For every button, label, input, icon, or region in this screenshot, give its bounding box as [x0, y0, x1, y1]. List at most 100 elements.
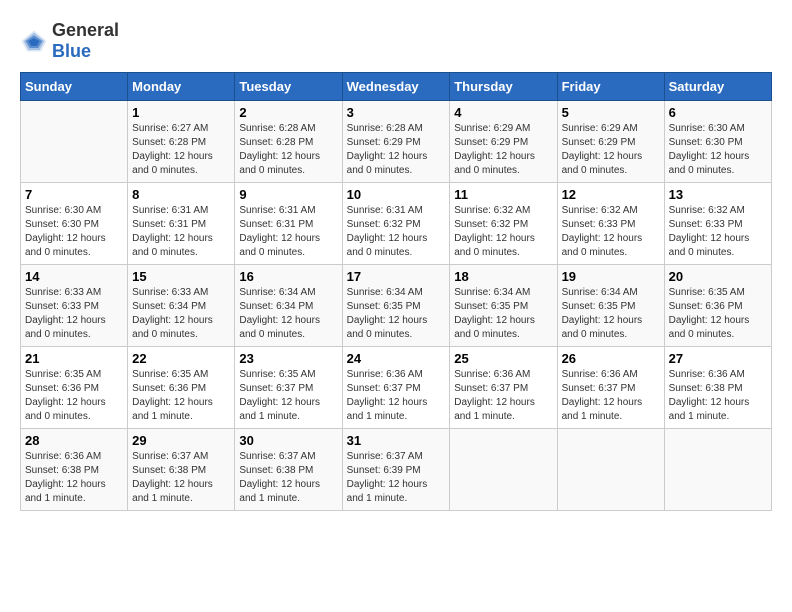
- day-number: 27: [669, 351, 767, 366]
- day-cell: [21, 101, 128, 183]
- day-number: 11: [454, 187, 552, 202]
- day-cell: 14 Sunrise: 6:33 AM Sunset: 6:33 PM Dayl…: [21, 265, 128, 347]
- day-number: 10: [347, 187, 446, 202]
- day-cell: 28 Sunrise: 6:36 AM Sunset: 6:38 PM Dayl…: [21, 429, 128, 511]
- day-cell: 15 Sunrise: 6:33 AM Sunset: 6:34 PM Dayl…: [128, 265, 235, 347]
- day-cell: 1 Sunrise: 6:27 AM Sunset: 6:28 PM Dayli…: [128, 101, 235, 183]
- day-cell: 9 Sunrise: 6:31 AM Sunset: 6:31 PM Dayli…: [235, 183, 342, 265]
- day-cell: 30 Sunrise: 6:37 AM Sunset: 6:38 PM Dayl…: [235, 429, 342, 511]
- day-number: 7: [25, 187, 123, 202]
- day-cell: 24 Sunrise: 6:36 AM Sunset: 6:37 PM Dayl…: [342, 347, 450, 429]
- day-cell: 27 Sunrise: 6:36 AM Sunset: 6:38 PM Dayl…: [664, 347, 771, 429]
- day-cell: 12 Sunrise: 6:32 AM Sunset: 6:33 PM Dayl…: [557, 183, 664, 265]
- day-number: 18: [454, 269, 552, 284]
- sunset-label: Sunset: 6:36 PM: [25, 383, 99, 394]
- week-row-3: 14 Sunrise: 6:33 AM Sunset: 6:33 PM Dayl…: [21, 265, 772, 347]
- day-number: 22: [132, 351, 230, 366]
- sunrise-label: Sunrise: 6:32 AM: [562, 205, 638, 216]
- cell-content: Sunrise: 6:36 AM Sunset: 6:37 PM Dayligh…: [347, 368, 446, 424]
- sunset-label: Sunset: 6:38 PM: [239, 465, 313, 476]
- sunset-label: Sunset: 6:28 PM: [239, 137, 313, 148]
- day-cell: 21 Sunrise: 6:35 AM Sunset: 6:36 PM Dayl…: [21, 347, 128, 429]
- sunrise-label: Sunrise: 6:35 AM: [25, 369, 101, 380]
- day-cell: 6 Sunrise: 6:30 AM Sunset: 6:30 PM Dayli…: [664, 101, 771, 183]
- sunset-label: Sunset: 6:35 PM: [347, 301, 421, 312]
- daylight-label: Daylight: 12 hours and 0 minutes.: [132, 151, 213, 176]
- day-cell: 22 Sunrise: 6:35 AM Sunset: 6:36 PM Dayl…: [128, 347, 235, 429]
- sunset-label: Sunset: 6:37 PM: [347, 383, 421, 394]
- header-cell-thursday: Thursday: [450, 73, 557, 101]
- cell-content: Sunrise: 6:29 AM Sunset: 6:29 PM Dayligh…: [562, 122, 660, 178]
- cell-content: Sunrise: 6:31 AM Sunset: 6:32 PM Dayligh…: [347, 204, 446, 260]
- sunrise-label: Sunrise: 6:36 AM: [347, 369, 423, 380]
- cell-content: Sunrise: 6:34 AM Sunset: 6:35 PM Dayligh…: [454, 286, 552, 342]
- sunrise-label: Sunrise: 6:36 AM: [562, 369, 638, 380]
- sunrise-label: Sunrise: 6:28 AM: [239, 123, 315, 134]
- sunset-label: Sunset: 6:31 PM: [239, 219, 313, 230]
- header-cell-tuesday: Tuesday: [235, 73, 342, 101]
- day-number: 25: [454, 351, 552, 366]
- day-cell: 16 Sunrise: 6:34 AM Sunset: 6:34 PM Dayl…: [235, 265, 342, 347]
- day-number: 20: [669, 269, 767, 284]
- day-cell: 17 Sunrise: 6:34 AM Sunset: 6:35 PM Dayl…: [342, 265, 450, 347]
- sunrise-label: Sunrise: 6:31 AM: [132, 205, 208, 216]
- daylight-label: Daylight: 12 hours and 1 minute.: [454, 397, 535, 422]
- day-number: 31: [347, 433, 446, 448]
- day-cell: [664, 429, 771, 511]
- logo: General Blue: [20, 20, 119, 62]
- day-number: 17: [347, 269, 446, 284]
- cell-content: Sunrise: 6:35 AM Sunset: 6:36 PM Dayligh…: [132, 368, 230, 424]
- sunrise-label: Sunrise: 6:29 AM: [454, 123, 530, 134]
- sunset-label: Sunset: 6:35 PM: [454, 301, 528, 312]
- day-cell: 31 Sunrise: 6:37 AM Sunset: 6:39 PM Dayl…: [342, 429, 450, 511]
- daylight-label: Daylight: 12 hours and 0 minutes.: [562, 151, 643, 176]
- day-cell: 20 Sunrise: 6:35 AM Sunset: 6:36 PM Dayl…: [664, 265, 771, 347]
- sunset-label: Sunset: 6:29 PM: [347, 137, 421, 148]
- day-cell: 5 Sunrise: 6:29 AM Sunset: 6:29 PM Dayli…: [557, 101, 664, 183]
- page-header: General Blue: [20, 20, 772, 62]
- cell-content: Sunrise: 6:34 AM Sunset: 6:34 PM Dayligh…: [239, 286, 337, 342]
- sunset-label: Sunset: 6:38 PM: [669, 383, 743, 394]
- daylight-label: Daylight: 12 hours and 1 minute.: [132, 479, 213, 504]
- calendar-table: SundayMondayTuesdayWednesdayThursdayFrid…: [20, 72, 772, 511]
- daylight-label: Daylight: 12 hours and 0 minutes.: [454, 315, 535, 340]
- header-row: SundayMondayTuesdayWednesdayThursdayFrid…: [21, 73, 772, 101]
- cell-content: Sunrise: 6:34 AM Sunset: 6:35 PM Dayligh…: [347, 286, 446, 342]
- week-row-2: 7 Sunrise: 6:30 AM Sunset: 6:30 PM Dayli…: [21, 183, 772, 265]
- header-cell-sunday: Sunday: [21, 73, 128, 101]
- sunrise-label: Sunrise: 6:33 AM: [25, 287, 101, 298]
- daylight-label: Daylight: 12 hours and 1 minute.: [669, 397, 750, 422]
- day-number: 5: [562, 105, 660, 120]
- sunrise-label: Sunrise: 6:35 AM: [132, 369, 208, 380]
- day-number: 15: [132, 269, 230, 284]
- day-number: 29: [132, 433, 230, 448]
- logo-text: General Blue: [52, 20, 119, 62]
- sunrise-label: Sunrise: 6:35 AM: [669, 287, 745, 298]
- cell-content: Sunrise: 6:32 AM Sunset: 6:32 PM Dayligh…: [454, 204, 552, 260]
- day-number: 12: [562, 187, 660, 202]
- daylight-label: Daylight: 12 hours and 0 minutes.: [669, 151, 750, 176]
- sunrise-label: Sunrise: 6:33 AM: [132, 287, 208, 298]
- daylight-label: Daylight: 12 hours and 0 minutes.: [669, 315, 750, 340]
- daylight-label: Daylight: 12 hours and 1 minute.: [347, 397, 428, 422]
- cell-content: Sunrise: 6:32 AM Sunset: 6:33 PM Dayligh…: [669, 204, 767, 260]
- cell-content: Sunrise: 6:35 AM Sunset: 6:36 PM Dayligh…: [25, 368, 123, 424]
- calendar-header: SundayMondayTuesdayWednesdayThursdayFrid…: [21, 73, 772, 101]
- sunrise-label: Sunrise: 6:32 AM: [669, 205, 745, 216]
- sunset-label: Sunset: 6:32 PM: [347, 219, 421, 230]
- sunrise-label: Sunrise: 6:37 AM: [132, 451, 208, 462]
- sunrise-label: Sunrise: 6:36 AM: [669, 369, 745, 380]
- cell-content: Sunrise: 6:37 AM Sunset: 6:38 PM Dayligh…: [132, 450, 230, 506]
- cell-content: Sunrise: 6:30 AM Sunset: 6:30 PM Dayligh…: [669, 122, 767, 178]
- daylight-label: Daylight: 12 hours and 0 minutes.: [25, 315, 106, 340]
- cell-content: Sunrise: 6:31 AM Sunset: 6:31 PM Dayligh…: [132, 204, 230, 260]
- daylight-label: Daylight: 12 hours and 0 minutes.: [239, 151, 320, 176]
- day-cell: 7 Sunrise: 6:30 AM Sunset: 6:30 PM Dayli…: [21, 183, 128, 265]
- day-number: 24: [347, 351, 446, 366]
- sunset-label: Sunset: 6:34 PM: [132, 301, 206, 312]
- sunrise-label: Sunrise: 6:32 AM: [454, 205, 530, 216]
- header-cell-saturday: Saturday: [664, 73, 771, 101]
- day-cell: 2 Sunrise: 6:28 AM Sunset: 6:28 PM Dayli…: [235, 101, 342, 183]
- cell-content: Sunrise: 6:33 AM Sunset: 6:33 PM Dayligh…: [25, 286, 123, 342]
- sunrise-label: Sunrise: 6:28 AM: [347, 123, 423, 134]
